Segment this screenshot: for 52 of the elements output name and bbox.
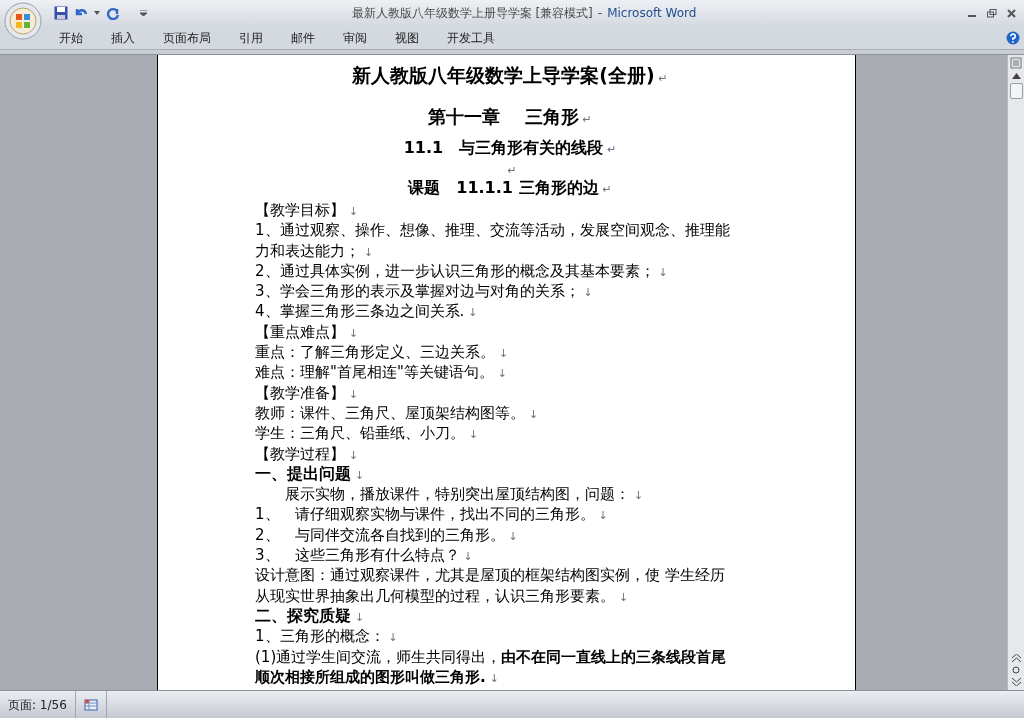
save-icon[interactable] [54, 6, 68, 20]
ribbon-tab[interactable]: 引用 [225, 26, 277, 49]
paragraph-text: 教师：课件、三角尺、屋顶架结构图等。 ↓ [255, 402, 539, 424]
customize-icon[interactable] [140, 10, 147, 16]
macro-record-icon[interactable] [83, 698, 98, 711]
paragraph-text: 新人教版八年级数学上导学案(全册) ↵ [352, 64, 668, 86]
paragraph-text: 3、 这些三角形有什么特点？ ↓ [255, 545, 473, 566]
paragraph-text: 1、 请仔细观察实物与课件，找出不同的三角形。 ↓ [255, 504, 608, 525]
paragraph-text: (1)通过学生间交流，师生共同得出，由不在同一直线上的三条线段首尾 顺次相接所组成的图形叫做三角形. ↓ [255, 646, 727, 688]
paragraph-text: 1、通过观察、操作、想像、推理、交流等活动，发展空间观念、推理能 力和表达能力； ↓ [255, 220, 730, 261]
paragraph-text: 【重点难点】 ↓ [255, 321, 359, 343]
ribbon-tab[interactable]: 邮件 [277, 26, 329, 49]
caret-icon[interactable] [94, 11, 100, 15]
paragraph-text: 展示实物，播放课件，特别突出屋顶结构图，问题： ↓ [284, 484, 644, 505]
page-count[interactable]: 页面: 1/56 [0, 691, 76, 718]
close-icon[interactable] [1007, 8, 1016, 18]
ribbon-tab[interactable]: 开发工具 [433, 26, 509, 49]
paragraph-text: 【教学目标】 ↓ [255, 200, 359, 221]
paragraph-text: 重点：了解三角形定义、三边关系。 ↓ [255, 342, 509, 363]
paragraph-text: 11.1 与三角形有关的线段 ↵ [403, 138, 617, 157]
browse-object-icon[interactable] [1012, 666, 1020, 674]
paragraph-text: 3、学会三角形的表示及掌握对边与对角的关系； ↓ [255, 281, 593, 302]
paragraph-text: 【教学准备】 ↓ [255, 382, 359, 403]
ribbon-tab[interactable]: 视图 [381, 26, 433, 49]
paragraph-text: 学生：三角尺、铅垂纸、小刀。 ↓ [255, 423, 479, 444]
scroll-thumb[interactable] [1009, 83, 1023, 99]
paragraph-text: 第十一章 三角形 ↵ [428, 106, 592, 127]
app-name: Microsoft Word [607, 6, 697, 20]
ribbon-tab[interactable]: 开始 [45, 26, 97, 49]
paragraph-text: 设计意图：通过观察课件，尤其是屋顶的框架结构图实例，使 学生经历 从现实世界抽象出几何模型的过程，认识三角形要素。 ↓ [255, 565, 725, 606]
paragraph-text: 二、探究质疑 ↓ [255, 605, 365, 627]
window-title: 最新人教版八年级数学上册导学案 [兼容模式] [351, 6, 593, 20]
next-page-icon[interactable] [1011, 678, 1021, 686]
previous-page-icon[interactable] [1011, 654, 1021, 662]
paragraph-text: 难点：理解"首尾相连"等关键语句。 ↓ [255, 362, 508, 383]
help-icon[interactable] [1006, 30, 1020, 45]
paragraph-text: 2、 与同伴交流各自找到的三角形。 ↓ [255, 524, 518, 546]
vertical-scrollbar[interactable] [1007, 55, 1024, 690]
ribbon-tab[interactable]: 审阅 [329, 26, 381, 49]
paragraph-text: 1、三角形的概念： ↓ [255, 626, 398, 647]
ribbon-tab[interactable]: 插入 [97, 26, 149, 49]
paragraph-text: 课题 11.1.1 三角形的边 ↵ [408, 178, 612, 197]
scroll-up-icon[interactable] [1011, 73, 1021, 79]
title-separator: - [596, 6, 604, 20]
ribbon-tab[interactable]: 页面布局 [149, 26, 225, 49]
paragraph-mark: ↵ [506, 163, 517, 178]
paragraph-text: 2、通过具体实例，进一步认识三角形的概念及其基本要素； ↓ [255, 260, 668, 282]
paragraph-text: 一、提出问题 ↓ [255, 463, 365, 485]
paragraph-text: 4、掌握三角形三条边之间关系. ↓ [255, 301, 478, 322]
redo-icon[interactable] [106, 6, 120, 20]
restore-icon[interactable] [987, 8, 997, 18]
paragraph-text: 【教学过程】 ↓ [255, 443, 359, 464]
